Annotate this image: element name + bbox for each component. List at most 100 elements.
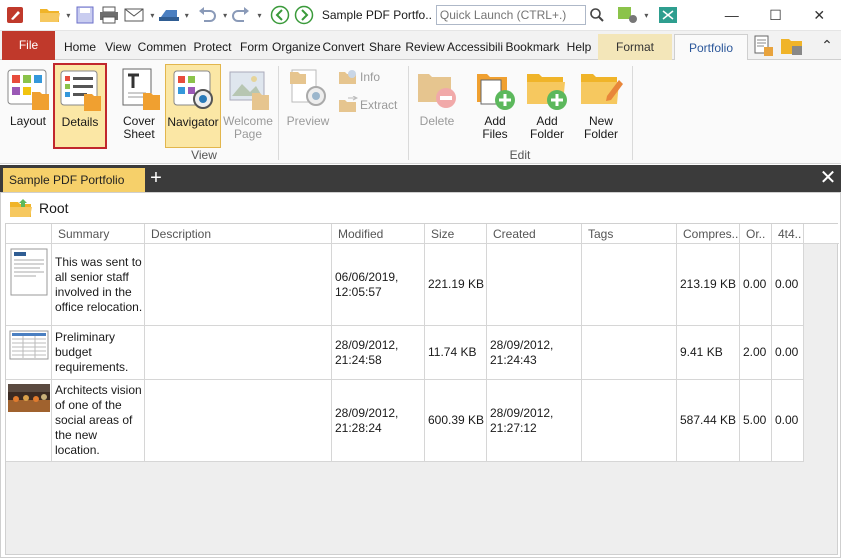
row-1-tags[interactable] bbox=[582, 244, 677, 326]
row-2-modified[interactable]: 28/09/2012, 21:24:58 bbox=[332, 326, 425, 380]
scan-dropdown-icon[interactable]: ▾ bbox=[182, 11, 192, 20]
open-dropdown-icon[interactable]: ▾ bbox=[64, 11, 74, 20]
row-3-tags[interactable] bbox=[582, 380, 677, 462]
tab-view[interactable]: View bbox=[102, 34, 134, 60]
tab-accessibility[interactable]: Accessibili bbox=[446, 34, 504, 60]
row-3-4t4[interactable]: 0.00 bbox=[772, 380, 804, 462]
back-icon[interactable] bbox=[268, 4, 291, 26]
header-created[interactable]: Created bbox=[487, 224, 582, 244]
tab-file[interactable]: File bbox=[2, 31, 55, 60]
row-1-modified[interactable]: 06/06/2019, 12:05:57 bbox=[332, 244, 425, 326]
tab-bookmark[interactable]: Bookmark bbox=[505, 34, 560, 60]
row-3-modified[interactable]: 28/09/2012, 21:28:24 bbox=[332, 380, 425, 462]
row-2-4t4[interactable]: 0.00 bbox=[772, 326, 804, 380]
row-3-summary[interactable]: Architects vision of one of the social a… bbox=[52, 380, 145, 462]
document-properties-icon[interactable] bbox=[752, 35, 774, 57]
row-3-created[interactable]: 28/09/2012, 21:27:12 bbox=[487, 380, 582, 462]
row-1-thumbnail[interactable] bbox=[6, 244, 52, 326]
customize-toolbar-icon[interactable] bbox=[617, 4, 640, 26]
tab-comment[interactable]: Commen bbox=[136, 34, 188, 60]
details-button[interactable]: Details bbox=[53, 63, 107, 149]
row-2-order[interactable]: 2.00 bbox=[740, 326, 772, 380]
tab-portfolio[interactable]: Portfolio bbox=[674, 34, 748, 61]
close-tab-button[interactable]: ✕ bbox=[817, 168, 839, 190]
row-1-order[interactable]: 0.00 bbox=[740, 244, 772, 326]
row-3-order[interactable]: 5.00 bbox=[740, 380, 772, 462]
delete-button[interactable]: Delete bbox=[414, 64, 460, 148]
header-thumbnail bbox=[6, 224, 52, 244]
fullscreen-icon[interactable] bbox=[657, 4, 680, 26]
row-1-summary[interactable]: This was sent to all senior staff involv… bbox=[52, 244, 145, 326]
row-1-description[interactable] bbox=[145, 244, 332, 326]
header-tags[interactable]: Tags bbox=[582, 224, 677, 244]
preview-label: Preview bbox=[286, 114, 330, 128]
cover-sheet-button[interactable]: Cover Sheet bbox=[114, 64, 164, 148]
tab-convert[interactable]: Convert bbox=[321, 34, 366, 60]
undo-dropdown-icon[interactable]: ▾ bbox=[220, 11, 230, 20]
new-folder-button[interactable]: New Folder bbox=[576, 64, 626, 148]
tab-help[interactable]: Help bbox=[562, 34, 596, 60]
search-icon[interactable] bbox=[586, 4, 609, 26]
welcome-page-button[interactable]: Welcome Page bbox=[222, 64, 274, 148]
tab-organize[interactable]: Organize bbox=[272, 34, 320, 60]
info-button[interactable]: Info bbox=[338, 67, 380, 87]
redo-dropdown-icon[interactable]: ▾ bbox=[255, 11, 265, 20]
add-folder-button[interactable]: Add Folder bbox=[522, 64, 572, 148]
maximize-button[interactable]: ☐ bbox=[754, 0, 798, 31]
tab-home[interactable]: Home bbox=[60, 34, 100, 60]
tab-share[interactable]: Share bbox=[367, 34, 403, 60]
add-files-button[interactable]: Add Files bbox=[470, 64, 520, 148]
tab-form[interactable]: Form bbox=[237, 34, 271, 60]
quick-launch-input[interactable] bbox=[435, 5, 586, 25]
row-1-size[interactable]: 221.19 KB bbox=[425, 244, 487, 326]
minimize-button[interactable]: — bbox=[710, 0, 754, 31]
header-modified[interactable]: Modified bbox=[332, 224, 425, 244]
add-files-label-2: Files bbox=[482, 127, 508, 141]
tab-format[interactable]: Format bbox=[598, 34, 672, 60]
customize-dropdown-icon[interactable]: ▾ bbox=[642, 11, 652, 20]
row-3-size[interactable]: 600.39 KB bbox=[425, 380, 487, 462]
forward-icon[interactable] bbox=[293, 4, 316, 26]
header-4t4[interactable]: 4t4.. bbox=[772, 224, 804, 244]
layout-button[interactable]: Layout bbox=[4, 64, 52, 148]
row-1-4t4[interactable]: 0.00 bbox=[772, 244, 804, 326]
row-1-compressed[interactable]: 213.19 KB bbox=[677, 244, 740, 326]
row-3-compressed[interactable]: 587.44 KB bbox=[677, 380, 740, 462]
document-tab[interactable]: Sample PDF Portfolio bbox=[3, 168, 145, 192]
header-size[interactable]: Size bbox=[425, 224, 487, 244]
row-1-created[interactable] bbox=[487, 244, 582, 326]
app-logo-icon bbox=[4, 4, 27, 26]
row-3-thumbnail[interactable] bbox=[6, 380, 52, 462]
welcome-page-label-2: Page bbox=[233, 127, 263, 141]
header-description[interactable]: Description bbox=[145, 224, 332, 244]
collapse-ribbon-icon[interactable]: ⌃ bbox=[818, 37, 836, 55]
row-2-thumbnail[interactable] bbox=[6, 326, 52, 380]
scan-icon[interactable] bbox=[157, 4, 180, 26]
row-2-tags[interactable] bbox=[582, 326, 677, 380]
row-3-description[interactable] bbox=[145, 380, 332, 462]
close-window-button[interactable]: ✕ bbox=[797, 0, 841, 31]
row-2-summary[interactable]: Preliminary budget requirements. bbox=[52, 326, 145, 380]
navigator-button[interactable]: Navigator bbox=[165, 64, 221, 148]
tab-protect[interactable]: Protect bbox=[190, 34, 235, 60]
header-summary[interactable]: Summary bbox=[52, 224, 145, 244]
header-compressed[interactable]: Compres.. bbox=[677, 224, 740, 244]
email-dropdown-icon[interactable]: ▾ bbox=[148, 11, 158, 20]
row-2-description[interactable] bbox=[145, 326, 332, 380]
row-2-size[interactable]: 11.74 KB bbox=[425, 326, 487, 380]
row-2-compressed[interactable]: 9.41 KB bbox=[677, 326, 740, 380]
header-order[interactable]: Or.. bbox=[740, 224, 772, 244]
extract-button[interactable]: Extract bbox=[338, 95, 397, 115]
save-icon[interactable] bbox=[73, 4, 96, 26]
new-tab-button[interactable]: + bbox=[147, 168, 165, 190]
undo-icon[interactable] bbox=[196, 4, 219, 26]
portfolio-folder-icon[interactable] bbox=[780, 35, 804, 57]
root-breadcrumb[interactable]: Root bbox=[1, 193, 840, 223]
email-icon[interactable] bbox=[123, 4, 146, 26]
tab-review[interactable]: Review bbox=[404, 34, 446, 60]
redo-icon[interactable] bbox=[230, 4, 253, 26]
print-icon[interactable] bbox=[98, 4, 121, 26]
open-folder-icon[interactable] bbox=[39, 4, 62, 26]
row-2-created[interactable]: 28/09/2012, 21:24:43 bbox=[487, 326, 582, 380]
preview-button[interactable]: Preview bbox=[284, 64, 332, 148]
